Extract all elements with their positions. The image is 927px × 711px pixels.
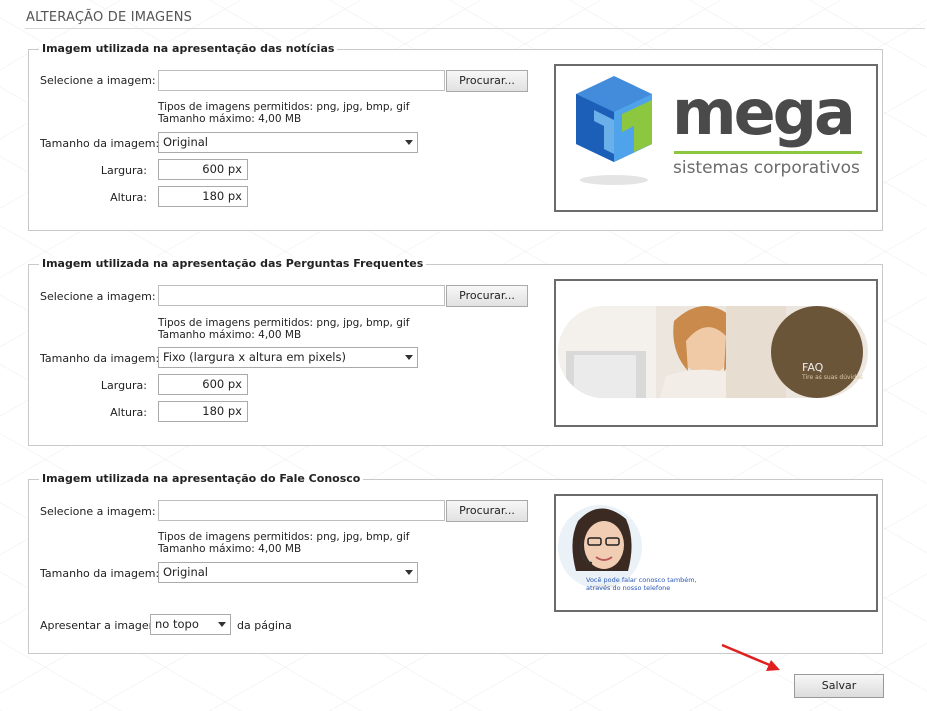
section-legend: Imagem utilizada na apresentação das not…: [39, 42, 338, 55]
max-size-hint: Tamanho máximo: 4,00 MB: [158, 113, 302, 125]
image-position-suffix: da página: [237, 619, 292, 632]
file-path-input[interactable]: [158, 285, 445, 306]
contact-preview-text: Você pode falar conosco também, através …: [586, 576, 697, 592]
max-size-hint: Tamanho máximo: 4,00 MB: [158, 329, 302, 341]
mega-logo-icon: [576, 76, 652, 185]
height-label: Altura:: [110, 406, 147, 419]
allowed-types-hint: Tipos de imagens permitidos: png, jpg, b…: [158, 317, 410, 329]
height-input[interactable]: 180 px: [158, 401, 248, 422]
width-input[interactable]: 600 px: [158, 159, 248, 180]
image-size-label: Tamanho da imagem:: [40, 567, 160, 580]
max-size-hint: Tamanho máximo: 4,00 MB: [158, 543, 302, 555]
select-image-label: Selecione a imagem:: [40, 74, 156, 87]
width-label: Largura:: [100, 164, 147, 177]
red-arrow-icon: [721, 643, 780, 671]
logo-tagline: sistemas corporativos: [673, 158, 860, 178]
image-size-value: Fixo (largura x altura em pixels): [163, 350, 346, 364]
faq-preview-title: FAQ: [802, 361, 824, 374]
contact-image-preview: Você pode falar conosco também, através …: [554, 494, 878, 612]
width-label: Largura:: [100, 379, 147, 392]
allowed-types-hint: Tipos de imagens permitidos: png, jpg, b…: [158, 531, 410, 543]
save-button[interactable]: Salvar: [794, 674, 884, 698]
image-position-select[interactable]: no topo: [150, 614, 231, 635]
logo-wordmark: mega: [672, 76, 856, 149]
chevron-down-icon: [405, 570, 413, 575]
image-size-label: Tamanho da imagem:: [40, 137, 160, 150]
image-size-select[interactable]: Original: [158, 562, 418, 583]
faq-banner-photo: [558, 306, 868, 398]
select-image-label: Selecione a imagem:: [40, 505, 156, 518]
section-news-image: Imagem utilizada na apresentação das not…: [28, 42, 883, 231]
image-position-value: no topo: [155, 617, 199, 631]
page-title: ALTERAÇÃO DE IMAGENS: [26, 10, 193, 25]
image-size-select[interactable]: Fixo (largura x altura em pixels): [158, 347, 418, 368]
select-image-label: Selecione a imagem:: [40, 290, 156, 303]
image-position-label: Apresentar a imagem: [40, 619, 160, 632]
file-path-input[interactable]: [158, 70, 445, 91]
section-legend: Imagem utilizada na apresentação das Per…: [39, 257, 427, 270]
faq-image-preview: FAQ Tire as suas dúvidas: [554, 279, 878, 427]
image-size-select[interactable]: Original: [158, 132, 418, 153]
section-legend: Imagem utilizada na apresentação do Fale…: [39, 472, 364, 485]
image-size-label: Tamanho da imagem:: [40, 352, 160, 365]
image-size-value: Original: [163, 565, 209, 579]
chevron-down-icon: [218, 622, 226, 627]
allowed-types-hint: Tipos de imagens permitidos: png, jpg, b…: [158, 101, 410, 113]
browse-button[interactable]: Procurar...: [446, 70, 528, 92]
chevron-down-icon: [405, 140, 413, 145]
width-input[interactable]: 600 px: [158, 374, 248, 395]
chevron-down-icon: [405, 355, 413, 360]
logo-accent-bar: [674, 151, 862, 154]
height-label: Altura:: [110, 191, 147, 204]
browse-button[interactable]: Procurar...: [446, 500, 528, 522]
height-input[interactable]: 180 px: [158, 186, 248, 207]
title-divider: [25, 28, 925, 29]
section-contact-image: Imagem utilizada na apresentação do Fale…: [28, 472, 883, 654]
image-size-value: Original: [163, 135, 209, 149]
section-faq-image: Imagem utilizada na apresentação das Per…: [28, 257, 883, 446]
news-image-preview: mega sistemas corporativos: [554, 64, 878, 212]
file-path-input[interactable]: [158, 500, 445, 521]
faq-preview-subtitle: Tire as suas dúvidas: [802, 374, 863, 381]
browse-button[interactable]: Procurar...: [446, 285, 528, 307]
